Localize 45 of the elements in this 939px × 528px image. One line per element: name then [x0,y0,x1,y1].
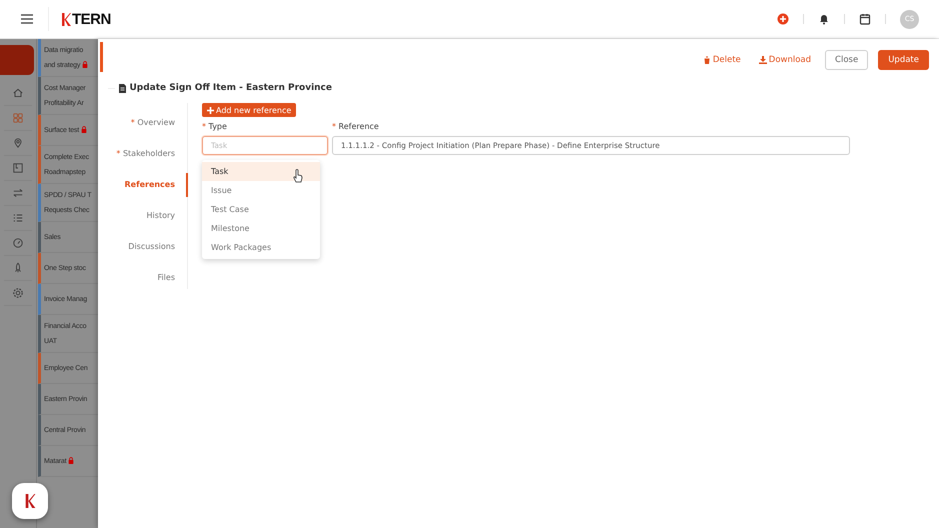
logo: TERN [61,10,111,28]
update-button[interactable]: Update [878,50,929,70]
required-mark: * [202,122,206,131]
calendar-icon[interactable] [859,13,871,25]
add-reference-button[interactable]: Add new reference [202,103,296,117]
document-icon [119,84,126,92]
board-icon [12,162,24,174]
download-button[interactable]: Download [754,55,816,65]
field-label: Reference [338,122,379,131]
gear-icon [12,287,24,299]
required-mark: * [332,122,336,131]
home-icon [12,87,24,99]
section-tab[interactable]: References [108,173,188,197]
lock-icon [80,126,87,132]
menu-icon[interactable] [20,13,34,25]
trash-icon [702,56,711,64]
lock-icon [68,456,74,464]
logo-button[interactable] [12,483,48,519]
plus-icon [207,106,214,114]
section-tab[interactable]: Files [108,262,188,293]
section-tab[interactable]: History [108,200,188,231]
close-button[interactable]: Close [825,50,868,70]
section-tab[interactable]: * Overview [108,107,188,138]
dropdown-option[interactable]: Test Case [202,200,320,219]
hand-cursor-icon [293,169,303,183]
lock-icon [82,60,88,68]
add-icon[interactable] [777,13,789,25]
dropdown-option[interactable]: Task [202,162,320,181]
field-label: Type [208,122,227,131]
drawer-title: Update Sign Off Item - Eastern Province [115,83,336,93]
dropdown-option[interactable]: Issue [202,181,320,200]
swap-icon [12,187,24,199]
gauge-icon [12,237,24,249]
dropdown-option[interactable]: Work Packages [202,238,320,257]
bell-icon[interactable] [818,13,830,25]
pin-icon [12,137,24,149]
delete-button[interactable]: Delete [698,55,745,65]
logo-icon [23,494,37,508]
grid-icon [12,112,24,124]
section-tab[interactable]: * Stakeholders [108,138,188,169]
list-icon [12,212,24,224]
section-tab[interactable]: Discussions [108,231,188,262]
active-menu-block [0,45,34,75]
dropdown-option[interactable]: Milestone [202,219,320,238]
download-icon [758,56,767,64]
